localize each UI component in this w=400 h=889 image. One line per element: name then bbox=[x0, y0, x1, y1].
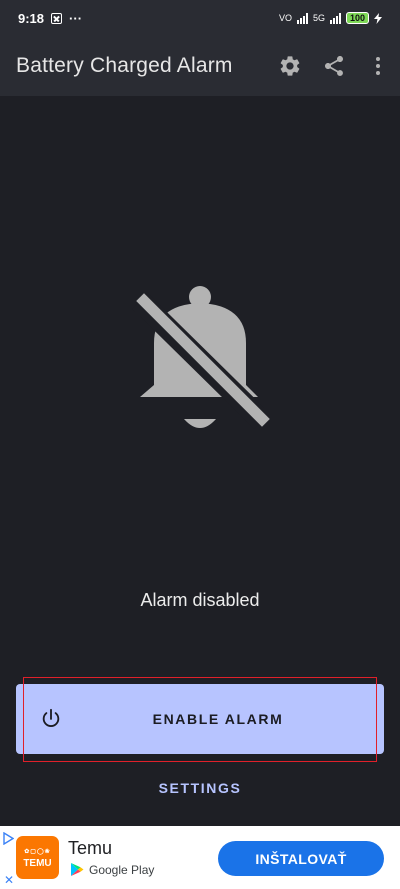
power-icon bbox=[42, 708, 60, 727]
alarm-status-text: Alarm disabled bbox=[140, 590, 260, 610]
share-button[interactable] bbox=[312, 44, 356, 88]
ad-app-name[interactable]: Temu bbox=[68, 838, 112, 859]
signal-icon-2 bbox=[329, 12, 341, 24]
signal-icon bbox=[296, 12, 308, 24]
more-vert-icon bbox=[376, 57, 380, 75]
google-play-icon bbox=[71, 863, 84, 876]
network-label: 5G bbox=[312, 13, 325, 23]
ad-install-button[interactable]: INŠTALOVAŤ bbox=[218, 841, 384, 876]
app-bar-actions bbox=[268, 44, 400, 88]
settings-action-button[interactable] bbox=[268, 44, 312, 88]
share-icon bbox=[325, 56, 343, 76]
status-time: 9:18 bbox=[18, 10, 45, 26]
status-right: VO 5G 100 bbox=[279, 12, 382, 24]
settings-button[interactable]: SETTINGS bbox=[100, 770, 300, 806]
ad-app-logo[interactable]: ✿▢◯❀ TEMU bbox=[16, 836, 59, 879]
ad-close-icon[interactable]: ✕ bbox=[4, 874, 14, 886]
status-left: 9:18 ··· bbox=[18, 11, 82, 26]
ad-logo-subtext: ✿▢◯❀ bbox=[24, 848, 51, 855]
page-title: Battery Charged Alarm bbox=[16, 54, 233, 77]
ad-store: Google Play bbox=[70, 862, 154, 877]
battery-icon: 100 bbox=[345, 12, 369, 24]
ad-logo-text: TEMU bbox=[23, 857, 52, 869]
bell-off-icon bbox=[132, 286, 270, 429]
vo-label: VO bbox=[278, 13, 292, 23]
enable-alarm-label: ENABLE ALARM bbox=[152, 711, 284, 727]
overflow-menu-button[interactable] bbox=[356, 44, 400, 88]
gear-icon bbox=[280, 56, 300, 76]
charging-icon bbox=[374, 12, 382, 24]
ad-choices-icon[interactable] bbox=[3, 832, 14, 845]
notification-icon bbox=[51, 12, 63, 24]
app-bar: Battery Charged Alarm bbox=[0, 36, 400, 96]
status-bar: 9:18 ··· VO 5G 100 bbox=[0, 0, 400, 36]
status-more: ··· bbox=[69, 10, 83, 26]
enable-alarm-button[interactable]: ENABLE ALARM bbox=[16, 684, 384, 754]
ad-store-label: Google Play bbox=[89, 862, 155, 877]
